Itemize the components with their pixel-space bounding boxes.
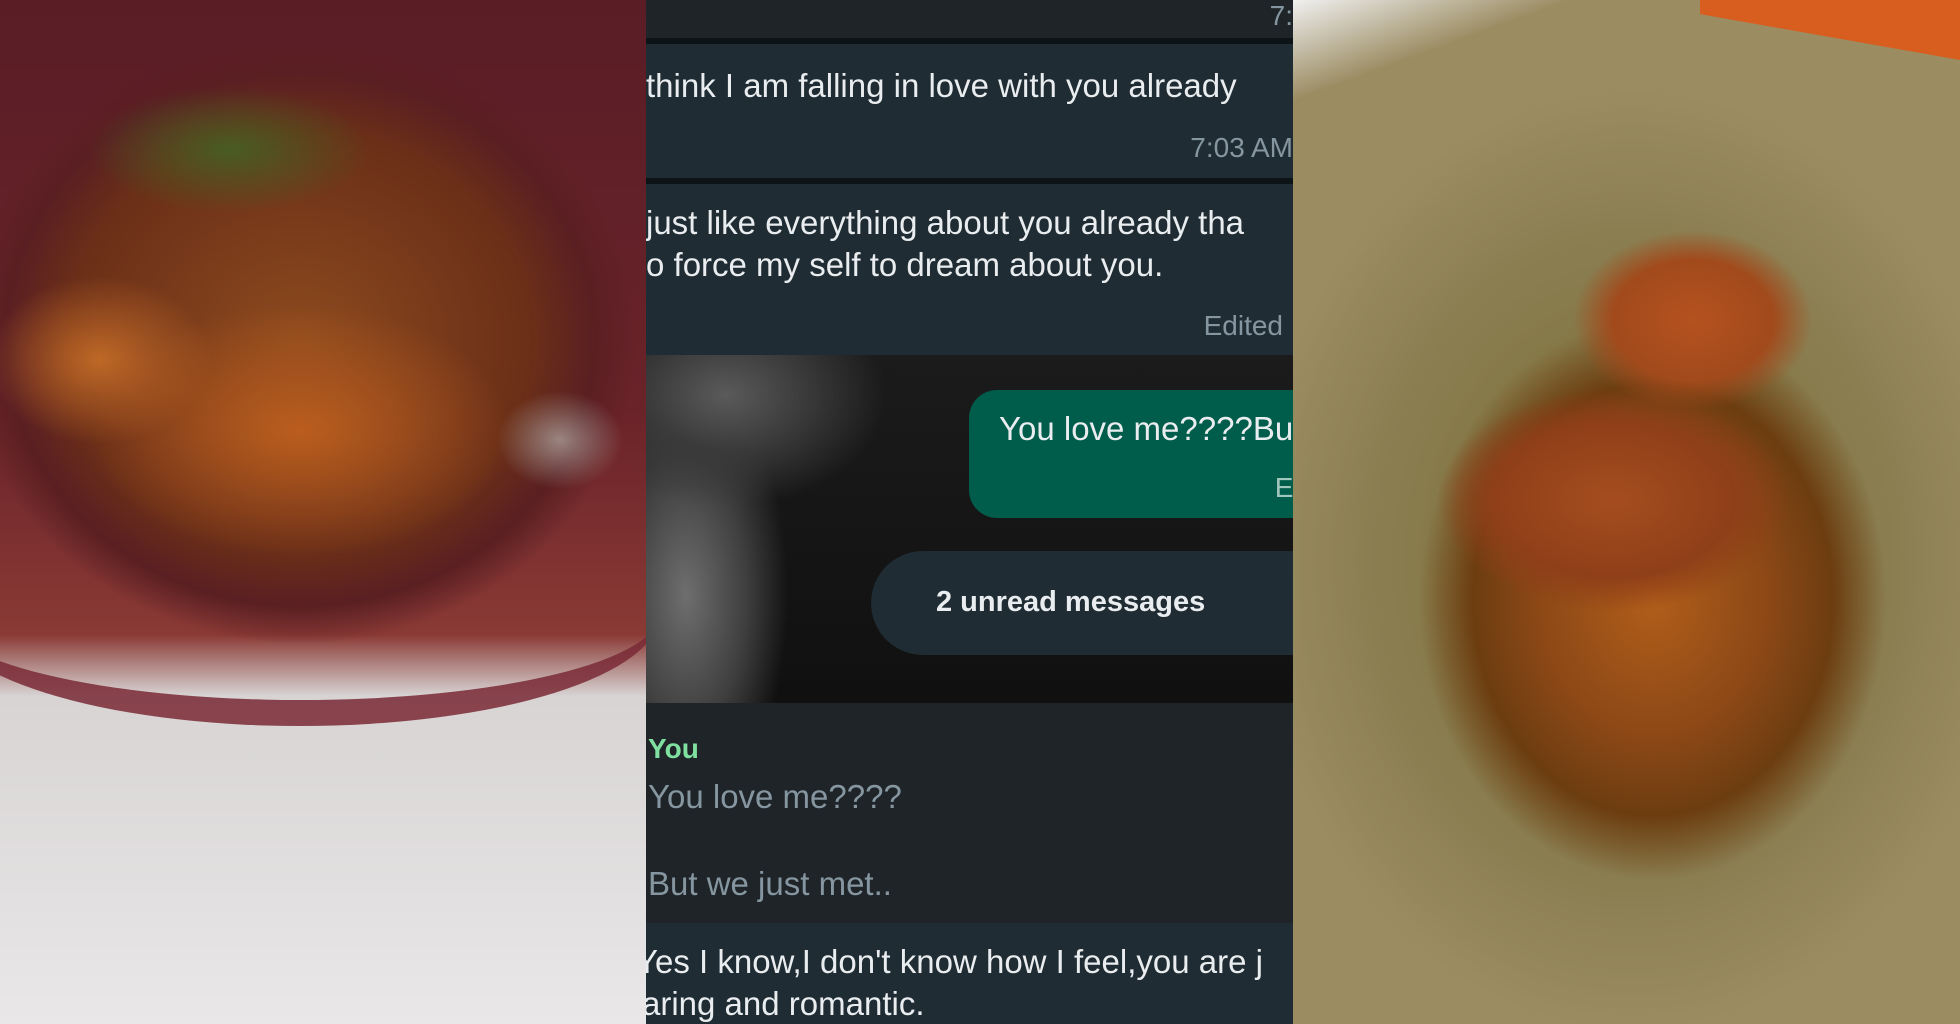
- message-text-line-1: just like everything about you already t…: [646, 204, 1245, 241]
- incoming-message-3[interactable]: Yes I know,I don't know how I feel,you a…: [646, 923, 1293, 1024]
- unread-label: 2 unread messages: [936, 586, 1206, 618]
- incoming-message-1[interactable]: think I am falling in love with you alre…: [646, 44, 1293, 178]
- message-text: You love me????Bu: [999, 410, 1293, 447]
- bowl-rim: [0, 500, 646, 726]
- orange-tray-edge: [1700, 0, 1960, 60]
- quoted-author: You: [648, 733, 699, 764]
- incoming-message-2[interactable]: just like everything about you already t…: [646, 184, 1293, 355]
- edited-label: Ed: [1274, 472, 1293, 503]
- left-food-photo: [0, 0, 646, 1024]
- unread-messages-banner[interactable]: 2 unread messages: [871, 551, 1293, 655]
- message-text-line-1: Yes I know,I don't know how I feel,you a…: [646, 943, 1263, 980]
- outgoing-message[interactable]: You love me????Bu Ed: [969, 390, 1293, 518]
- chat-screenshot: 7: think I am falling in love with you a…: [646, 0, 1293, 1024]
- message-text-line-2: aring and romantic.: [646, 985, 925, 1022]
- right-food-photo: [1293, 0, 1960, 1024]
- quoted-text-line-2: But we just met..: [648, 865, 892, 902]
- quoted-text-line-1: You love me????: [648, 778, 902, 815]
- message-text: think I am falling in love with you alre…: [646, 67, 1237, 104]
- message-text-line-2: o force my self to dream about you.: [646, 246, 1164, 283]
- top-timestamp: 7:: [1269, 0, 1293, 31]
- message-time: 7:03 AM: [1190, 132, 1293, 163]
- edited-label: Edited: [1203, 310, 1283, 341]
